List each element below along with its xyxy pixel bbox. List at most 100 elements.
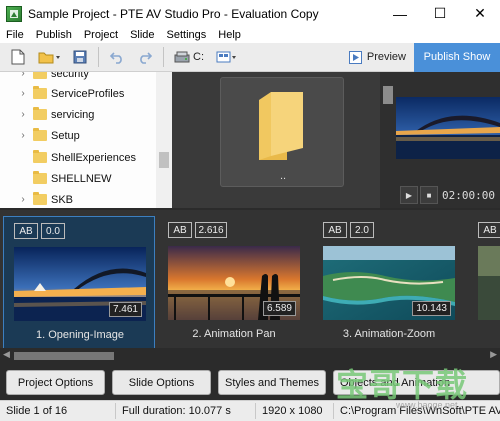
slide-thumbnail[interactable]: AB 2.616 6.589 2. Animation Pan xyxy=(158,216,310,350)
menu-settings[interactable]: Settings xyxy=(161,29,213,41)
slide-duration: 7.461 xyxy=(108,302,142,317)
window-title: Sample Project - PTE AV Studio Pro - Eva… xyxy=(28,6,319,21)
ab-badge[interactable]: AB xyxy=(323,222,347,238)
preview-panel: ▶ ■ 02:00:00 xyxy=(396,72,500,208)
slide-label: 1. Opening-Image xyxy=(35,329,125,341)
maximize-button[interactable]: ☐ xyxy=(420,0,460,27)
tree-item-serviceprofiles[interactable]: › ServiceProfiles xyxy=(0,83,124,104)
drive-selector[interactable]: C: xyxy=(170,45,208,69)
slide-image: 7.461 xyxy=(14,247,146,321)
preview-controls: ▶ ■ 02:00:00 xyxy=(396,184,500,206)
tree-item-shellexperiences[interactable]: ShellExperiences xyxy=(0,147,136,168)
preview-button[interactable]: Preview xyxy=(341,45,414,69)
slide-duration: 6.589 xyxy=(262,301,296,316)
status-bar: Slide 1 of 16 Full duration: 10.077 s 19… xyxy=(0,400,500,421)
files-panel: .. xyxy=(172,72,394,208)
toolbar-separator xyxy=(98,47,99,67)
folder-icon xyxy=(33,150,47,163)
slide-thumbnail[interactable]: AB xyxy=(468,216,500,350)
status-resolution: 1920 x 1080 xyxy=(256,403,334,419)
slide-thumbnail[interactable]: AB 0.0 7.461 1. Opening-Image xyxy=(3,216,155,350)
slide-image xyxy=(478,246,500,320)
tree-scrollbar-thumb[interactable] xyxy=(159,152,169,168)
chevron-right-icon[interactable]: › xyxy=(16,72,30,79)
tree-item-skb[interactable]: › SKB xyxy=(0,189,73,208)
toolbar-separator xyxy=(163,47,164,67)
start-time-badge[interactable]: 0.0 xyxy=(41,223,65,239)
save-icon[interactable] xyxy=(68,45,92,69)
slides-strip: AB 0.0 7.461 1. Opening-Image AB 2.616 6… xyxy=(0,210,500,364)
chevron-right-icon[interactable]: › xyxy=(16,109,30,120)
slide-duration: 10.143 xyxy=(412,301,451,316)
slide-thumbnail[interactable]: AB 2.0 10.143 3. Animation-Zoom xyxy=(313,216,465,350)
status-path: C:\Program Files\WnSoft\PTE AV xyxy=(340,405,500,417)
folder-icon xyxy=(33,86,47,99)
objects-animation-button[interactable]: Objects and Animation xyxy=(333,370,500,395)
tree-item-servicing[interactable]: › servicing xyxy=(0,104,94,125)
slide-image: 6.589 xyxy=(168,246,300,320)
status-duration: Full duration: 10.077 s xyxy=(116,403,256,419)
menu-help[interactable]: Help xyxy=(212,29,247,41)
drive-label: C: xyxy=(193,51,204,63)
publish-show-button[interactable]: Publish Show xyxy=(414,42,500,72)
slides-scrollbar-thumb[interactable] xyxy=(14,352,114,360)
preview-label: Preview xyxy=(366,51,406,63)
folder-icon xyxy=(33,107,47,120)
styles-themes-button[interactable]: Styles and Themes xyxy=(218,370,326,395)
parent-folder-label: .. xyxy=(279,170,287,182)
ab-badge[interactable]: AB xyxy=(168,222,192,238)
preview-time: 02:00:00 xyxy=(442,188,495,202)
tree-item-label: security xyxy=(51,72,89,80)
tree-item-shellnew[interactable]: SHELLNEW xyxy=(0,168,112,189)
tree-item-setup[interactable]: › Setup xyxy=(0,125,80,146)
files-scrollbar-thumb[interactable] xyxy=(383,86,393,104)
chevron-right-icon[interactable]: › xyxy=(16,88,30,99)
menu-file[interactable]: File xyxy=(0,29,30,41)
minimize-button[interactable]: — xyxy=(380,0,420,27)
tree-scrollbar[interactable] xyxy=(156,72,172,208)
preview-icon xyxy=(348,50,362,64)
slide-options-button[interactable]: Slide Options xyxy=(112,370,211,395)
action-bar: Project Options Slide Options Styles and… xyxy=(0,364,500,400)
undo-icon[interactable] xyxy=(105,45,129,69)
files-scrollbar[interactable] xyxy=(380,72,396,208)
preview-image xyxy=(396,97,500,159)
tree-item-label: servicing xyxy=(51,108,95,121)
chevron-right-icon[interactable]: › xyxy=(16,194,30,205)
slides-scrollbar[interactable]: ◀ ▶ xyxy=(0,348,500,364)
ab-badge[interactable]: AB xyxy=(478,222,500,238)
scroll-right-icon[interactable]: ▶ xyxy=(490,349,497,360)
parent-folder-tile[interactable]: .. xyxy=(220,77,344,187)
toolbar: C: Preview Publish Show xyxy=(0,42,500,72)
folder-icon xyxy=(33,171,47,184)
menu-bar: File Publish Project Slide Settings Help xyxy=(0,27,500,43)
folder-tree: › security › ServiceProfiles › servicing… xyxy=(0,72,172,208)
big-folder-icon xyxy=(259,92,303,160)
slide-label: 3. Animation-Zoom xyxy=(342,328,436,340)
tree-item-label: ServiceProfiles xyxy=(51,87,125,100)
start-time-badge[interactable]: 2.0 xyxy=(350,222,374,238)
menu-slide[interactable]: Slide xyxy=(124,29,160,41)
tree-item-label: ShellExperiences xyxy=(51,151,136,164)
new-file-icon[interactable] xyxy=(6,45,30,69)
tree-item-label: SKB xyxy=(51,193,74,206)
slide-image: 10.143 xyxy=(323,246,455,320)
drive-icon xyxy=(174,51,190,63)
view-mode-icon[interactable] xyxy=(212,45,242,69)
start-time-badge[interactable]: 2.616 xyxy=(195,222,227,238)
play-icon[interactable]: ▶ xyxy=(400,186,418,204)
redo-icon[interactable] xyxy=(133,45,157,69)
folder-icon xyxy=(33,72,47,79)
project-options-button[interactable]: Project Options xyxy=(6,370,105,395)
menu-project[interactable]: Project xyxy=(78,29,124,41)
ab-badge[interactable]: AB xyxy=(14,223,38,239)
menu-publish[interactable]: Publish xyxy=(30,29,78,41)
chevron-right-icon[interactable]: › xyxy=(16,130,30,141)
slide-label: 2. Animation Pan xyxy=(192,328,276,340)
open-folder-icon[interactable] xyxy=(34,45,64,69)
stop-icon[interactable]: ■ xyxy=(420,186,438,204)
scroll-left-icon[interactable]: ◀ xyxy=(3,349,10,360)
tree-item-label: Setup xyxy=(51,129,80,142)
close-button[interactable]: ✕ xyxy=(460,0,500,27)
title-bar: Sample Project - PTE AV Studio Pro - Eva… xyxy=(0,0,500,27)
